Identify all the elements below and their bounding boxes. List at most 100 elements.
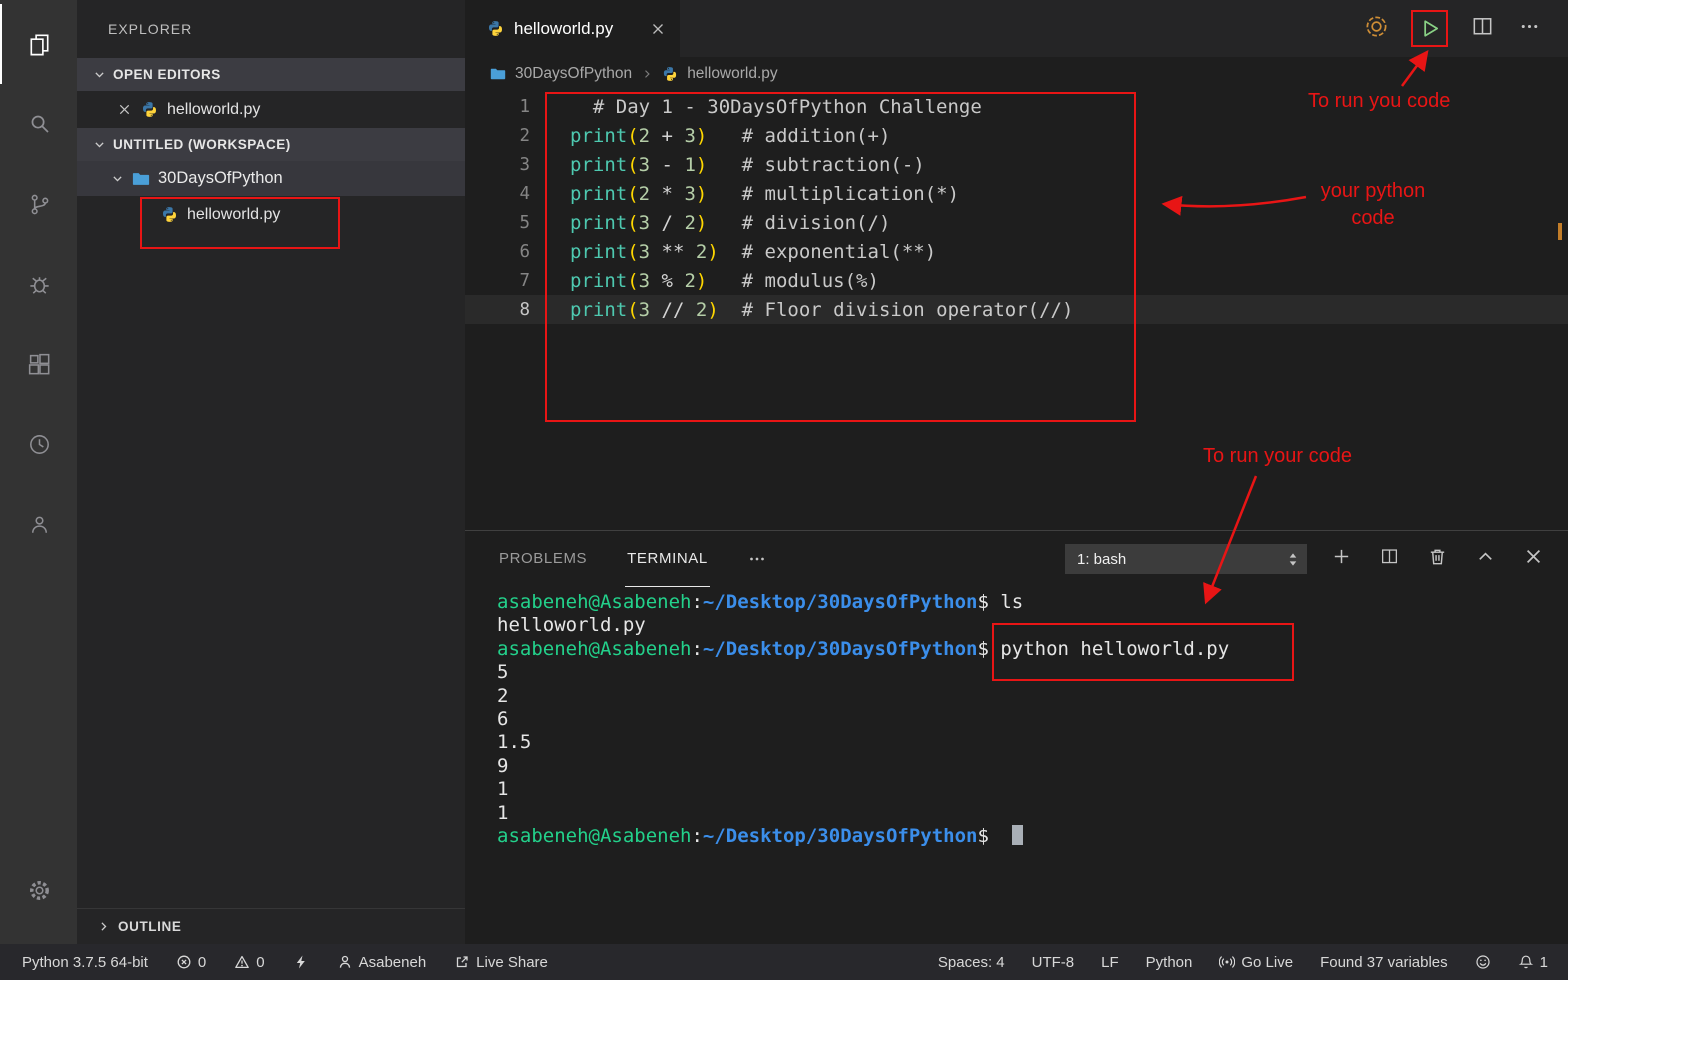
- line-number: 1: [465, 97, 530, 117]
- outline-section[interactable]: OUTLINE: [77, 908, 465, 944]
- terminal[interactable]: asabeneh@Asabeneh:~/Desktop/30DaysOfPyth…: [465, 587, 1568, 944]
- terminal-output-line: 9: [497, 755, 1568, 778]
- breadcrumb: 30DaysOfPython helloworld.py: [465, 57, 1568, 91]
- more-actions-button[interactable]: [1517, 14, 1542, 44]
- more-actions-icon: [1517, 14, 1542, 39]
- error-icon: [176, 954, 192, 970]
- activity-debug[interactable]: [0, 244, 77, 324]
- panel-actions: [1331, 546, 1544, 572]
- status-python[interactable]: Python: [1146, 954, 1193, 971]
- add-button[interactable]: [1331, 546, 1352, 572]
- folder-icon: [132, 170, 150, 188]
- status-lf[interactable]: LF: [1101, 954, 1119, 971]
- code-text: # Day 1 - 30DaysOfPython Challenge: [530, 96, 982, 118]
- annotation-run-bottom: To run your code: [1203, 445, 1352, 468]
- sidebar-title: EXPLORER: [77, 0, 465, 58]
- prompt-dollar: $: [977, 591, 1000, 613]
- open-editors-label: OPEN EDITORS: [113, 67, 221, 82]
- terminal-output-line: 1: [497, 778, 1568, 801]
- timer-icon: [1364, 14, 1389, 39]
- settings-gear-icon: [26, 877, 53, 904]
- terminal-output-line: 1.5: [497, 731, 1568, 754]
- line-number: 6: [465, 242, 530, 262]
- line-number: 3: [465, 155, 530, 175]
- code-editor[interactable]: 1 # Day 1 - 30DaysOfPython Challenge2pri…: [465, 91, 1568, 530]
- status-label: 0: [256, 954, 264, 971]
- breadcrumb-file[interactable]: helloworld.py: [687, 65, 777, 83]
- code-text: print(3 % 2) # modulus(%): [530, 270, 879, 292]
- open-editors-header[interactable]: OPEN EDITORS: [77, 58, 465, 91]
- code-text: print(3 - 1) # subtraction(-): [530, 154, 925, 176]
- chevron-down-icon: [111, 172, 124, 185]
- trash-button[interactable]: [1427, 546, 1448, 572]
- open-editor-item[interactable]: helloworld.py: [77, 91, 465, 128]
- activity-files[interactable]: [0, 4, 77, 84]
- code-line[interactable]: 7print(3 % 2) # modulus(%): [465, 266, 1568, 295]
- share-icon: [454, 954, 470, 970]
- chevron-right-icon: [97, 920, 110, 933]
- source-control-icon: [26, 191, 53, 218]
- trash-icon: [1427, 546, 1448, 567]
- status-found-37-variables[interactable]: Found 37 variables: [1320, 954, 1448, 971]
- broadcast-icon: [1219, 954, 1235, 970]
- breadcrumb-folder[interactable]: 30DaysOfPython: [515, 65, 632, 83]
- activity-history[interactable]: [0, 404, 77, 484]
- terminal-prompt-line: asabeneh@Asabeneh:~/Desktop/30DaysOfPyth…: [497, 825, 1568, 848]
- status-broadcast[interactable]: Go Live: [1219, 954, 1293, 971]
- python-icon: [161, 206, 178, 223]
- code-line[interactable]: 8print(3 // 2) # Floor division operator…: [465, 295, 1568, 324]
- activity-search[interactable]: [0, 84, 77, 164]
- status-error[interactable]: 0: [176, 954, 206, 971]
- more-actions-icon[interactable]: [746, 548, 768, 570]
- code-text: print(3 // 2) # Floor division operator(…: [530, 299, 1073, 321]
- status-bar: Python 3.7.5 64-bit00AsabenehLive Share …: [0, 944, 1568, 980]
- terminal-shell-select[interactable]: 1: bash: [1065, 544, 1307, 574]
- explorer-sidebar: EXPLORER OPEN EDITORS helloworld.py UNTI…: [77, 0, 465, 944]
- split-editor-button[interactable]: [1470, 14, 1495, 44]
- status-label: Spaces: 4: [938, 954, 1005, 971]
- activity-live-share[interactable]: [0, 484, 77, 564]
- close-icon[interactable]: [650, 21, 666, 37]
- status-person[interactable]: Asabeneh: [337, 954, 427, 971]
- tab-terminal[interactable]: TERMINAL: [625, 531, 710, 587]
- status-spaces-4[interactable]: Spaces: 4: [938, 954, 1005, 971]
- status-label: UTF-8: [1032, 954, 1075, 971]
- line-number: 8: [465, 300, 530, 320]
- tree-file-helloworld-py[interactable]: helloworld.py: [77, 196, 465, 233]
- folder-30daysofpython[interactable]: 30DaysOfPython: [77, 161, 465, 196]
- prompt-colon: :: [691, 591, 702, 613]
- activity-settings-gear[interactable]: [0, 850, 77, 930]
- status-lightning[interactable]: [293, 954, 309, 970]
- split-editor-button[interactable]: [1379, 546, 1400, 572]
- python-icon: [141, 101, 158, 118]
- line-number: 5: [465, 213, 530, 233]
- activity-bar: [0, 0, 77, 944]
- code-line[interactable]: 6print(3 ** 2) # exponential(**): [465, 237, 1568, 266]
- timer-button[interactable]: [1364, 14, 1389, 44]
- activity-source-control[interactable]: [0, 164, 77, 244]
- status-share[interactable]: Live Share: [454, 954, 548, 971]
- status-label: Live Share: [476, 954, 548, 971]
- workspace-files: helloworld.py: [77, 196, 465, 233]
- workspace-header[interactable]: UNTITLED (WORKSPACE): [77, 128, 465, 161]
- terminal-command: python helloworld.py: [1000, 638, 1229, 661]
- run-button[interactable]: [1411, 10, 1448, 47]
- status-warning[interactable]: 0: [234, 954, 264, 971]
- terminal-cursor: [1012, 825, 1023, 845]
- line-number: 7: [465, 271, 530, 291]
- line-number: 2: [465, 126, 530, 146]
- editor-column: helloworld.py 30DaysOfPython helloworld.…: [465, 0, 1568, 944]
- activity-extensions[interactable]: [0, 324, 77, 404]
- status-utf-8[interactable]: UTF-8: [1032, 954, 1075, 971]
- code-line[interactable]: 2print(2 + 3) # addition(+): [465, 121, 1568, 150]
- code-line[interactable]: 3print(3 - 1) # subtraction(-): [465, 150, 1568, 179]
- tab-problems[interactable]: PROBLEMS: [497, 531, 589, 587]
- annotation-run-top: To run you code: [1308, 90, 1450, 113]
- close-button[interactable]: [1523, 546, 1544, 572]
- chevron-up-button[interactable]: [1475, 546, 1496, 572]
- status-python-3-7-5-64-bit[interactable]: Python 3.7.5 64-bit: [22, 954, 148, 971]
- debug-icon: [26, 271, 53, 298]
- tab-helloworld[interactable]: helloworld.py: [465, 0, 681, 57]
- status-smiley[interactable]: [1475, 954, 1491, 970]
- status-bell[interactable]: 1: [1518, 954, 1548, 971]
